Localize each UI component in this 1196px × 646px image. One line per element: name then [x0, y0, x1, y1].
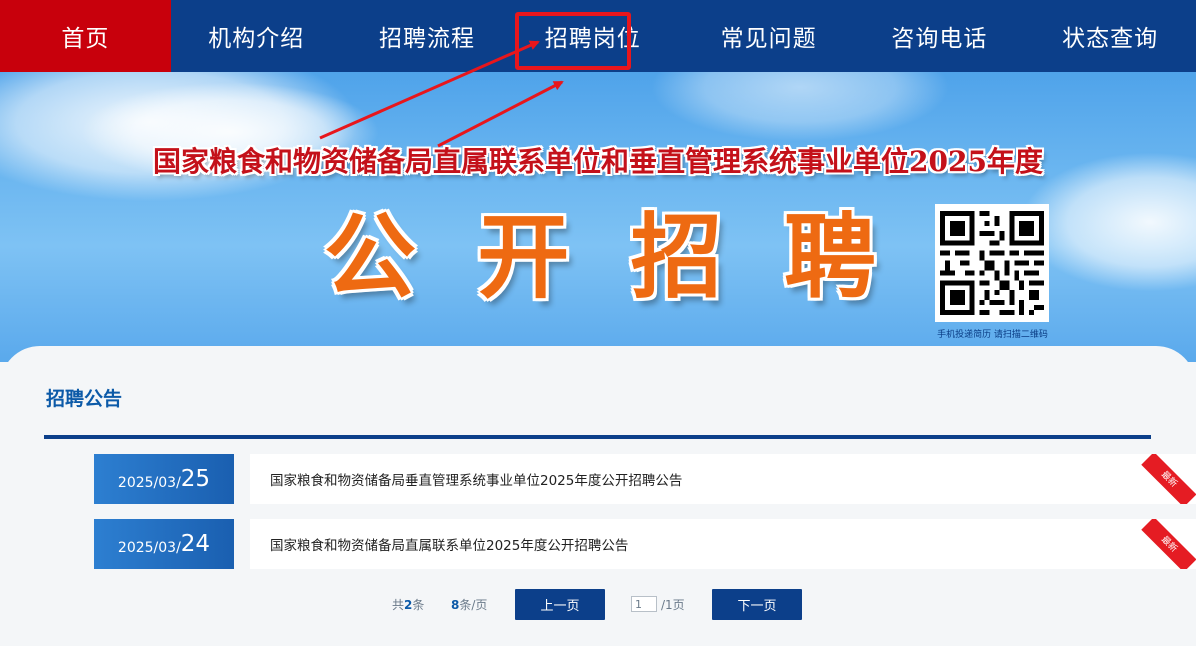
pagination: 共2条 8条/页 上一页 /1页 下一页: [0, 588, 1196, 620]
nav-item-phone[interactable]: 咨询电话: [854, 0, 1025, 72]
prev-page-button[interactable]: 上一页: [515, 589, 605, 620]
page-number-input[interactable]: [631, 596, 657, 612]
per-page-suffix: 条/页: [459, 598, 488, 612]
date-year-month: 2025/03/: [117, 540, 181, 556]
nav-item-about[interactable]: 机构介绍: [171, 0, 342, 72]
title-char: 开: [477, 203, 570, 311]
qr-code: [935, 204, 1049, 322]
announcement-link[interactable]: 国家粮食和物资储备局垂直管理系统事业单位2025年度公开招聘公告 最新: [250, 454, 1196, 504]
nav-item-home[interactable]: 首页: [0, 0, 171, 72]
nav-label: 状态查询: [1062, 26, 1159, 52]
nav-item-status[interactable]: 状态查询: [1025, 0, 1196, 72]
date-day: 25: [180, 466, 211, 492]
nav-item-positions[interactable]: 招聘岗位: [512, 0, 683, 72]
announcement-link[interactable]: 国家粮食和物资储备局直属联系单位2025年度公开招聘公告 最新: [250, 519, 1196, 569]
total-suffix: 条: [412, 598, 425, 612]
pagination-total: 共2条: [392, 596, 424, 613]
list-item: 2025/03/ 25 国家粮食和物资储备局垂直管理系统事业单位2025年度公开…: [94, 454, 1196, 504]
announcement-panel: 招聘公告 2025/03/ 25 国家粮食和物资储备局垂直管理系统事业单位202…: [0, 346, 1196, 646]
nav-label: 首页: [61, 26, 110, 52]
cloud-decoration: [650, 72, 950, 142]
top-nav: 首页 机构介绍 招聘流程 招聘岗位 常见问题 咨询电话 状态查询: [0, 0, 1196, 72]
total-prefix: 共: [392, 598, 405, 612]
nav-label: 常见问题: [720, 26, 817, 52]
banner-subtitle: 国家粮食和物资储备局直属联系单位和垂直管理系统事业单位2025年度: [153, 145, 1043, 178]
title-char: 招: [630, 203, 723, 311]
next-page-button[interactable]: 下一页: [712, 589, 802, 620]
nav-item-process[interactable]: 招聘流程: [342, 0, 513, 72]
announcement-title: 国家粮食和物资储备局直属联系单位2025年度公开招聘公告: [270, 538, 629, 554]
hero-banner: 国家粮食和物资储备局直属联系单位和垂直管理系统事业单位2025年度 公 开 招 …: [0, 72, 1196, 362]
list-item: 2025/03/ 24 国家粮食和物资储备局直属联系单位2025年度公开招聘公告…: [94, 519, 1196, 569]
new-badge: 最新: [1141, 519, 1196, 569]
qr-code-icon: [940, 211, 1044, 315]
page-count: /1页: [661, 598, 685, 612]
qr-caption: 手机投递简历 请扫描二维码: [937, 330, 1048, 340]
nav-label: 机构介绍: [208, 26, 305, 52]
section-title: 招聘公告: [46, 388, 123, 410]
date-badge: 2025/03/ 24: [94, 519, 234, 569]
date-year-month: 2025/03/: [117, 475, 181, 491]
title-char: 聘: [783, 203, 876, 311]
pagination-per-page: 8条/页: [451, 596, 487, 613]
new-badge: 最新: [1141, 454, 1196, 504]
section-divider: [44, 435, 1151, 439]
announcement-title: 国家粮食和物资储备局垂直管理系统事业单位2025年度公开招聘公告: [270, 473, 683, 489]
nav-label: 招聘岗位: [544, 26, 641, 52]
banner-main-title: 公 开 招 聘: [300, 202, 900, 312]
nav-item-faq[interactable]: 常见问题: [683, 0, 854, 72]
nav-label: 咨询电话: [891, 26, 988, 52]
date-day: 24: [180, 531, 211, 557]
date-badge: 2025/03/ 25: [94, 454, 234, 504]
title-char: 公: [323, 203, 416, 311]
nav-label: 招聘流程: [378, 26, 475, 52]
